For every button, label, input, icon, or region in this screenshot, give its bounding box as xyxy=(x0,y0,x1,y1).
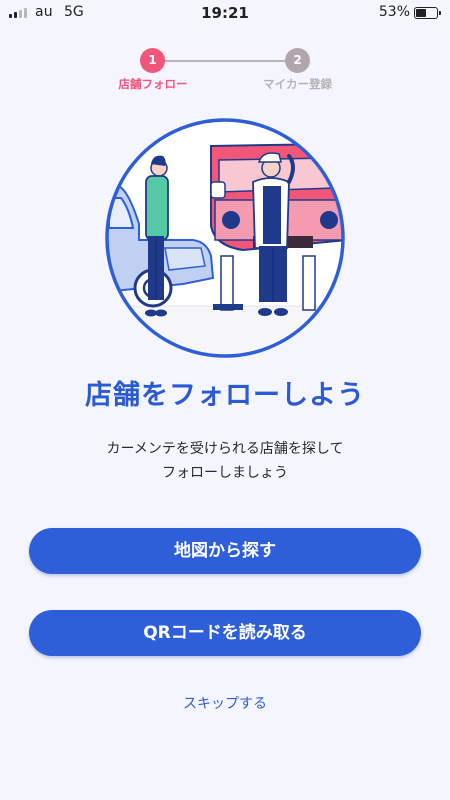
step-1-indicator: 1 xyxy=(140,48,165,73)
description-line-1: カーメンテを受けられる店舗を探して xyxy=(106,441,344,457)
progress-stepper: 1 2 店舗フォロー マイカー登録 xyxy=(0,48,450,98)
page-description: カーメンテを受けられる店舗を探して フォローしましょう xyxy=(0,437,450,485)
skip-link[interactable]: スキップする xyxy=(0,693,450,713)
page-title: 店舗をフォローしよう xyxy=(85,380,365,411)
scan-qr-code-button[interactable]: QRコードを読み取る xyxy=(29,610,421,656)
step-1-label: 店舗フォロー xyxy=(118,77,188,91)
battery-level-fill xyxy=(416,9,426,17)
battery-cap xyxy=(439,11,441,15)
step-2-indicator: 2 xyxy=(285,48,310,73)
battery-percentage: 53% xyxy=(378,4,410,20)
battery-icon xyxy=(414,7,441,19)
car-maintenance-illustration xyxy=(103,116,347,360)
status-bar: au 5G 19:21 53% xyxy=(0,0,450,26)
step-2-label: マイカー登録 xyxy=(263,77,332,91)
description-line-2: フォローしましょう xyxy=(162,465,288,481)
step-connector xyxy=(160,60,288,62)
search-on-map-button[interactable]: 地図から探す xyxy=(29,528,421,574)
